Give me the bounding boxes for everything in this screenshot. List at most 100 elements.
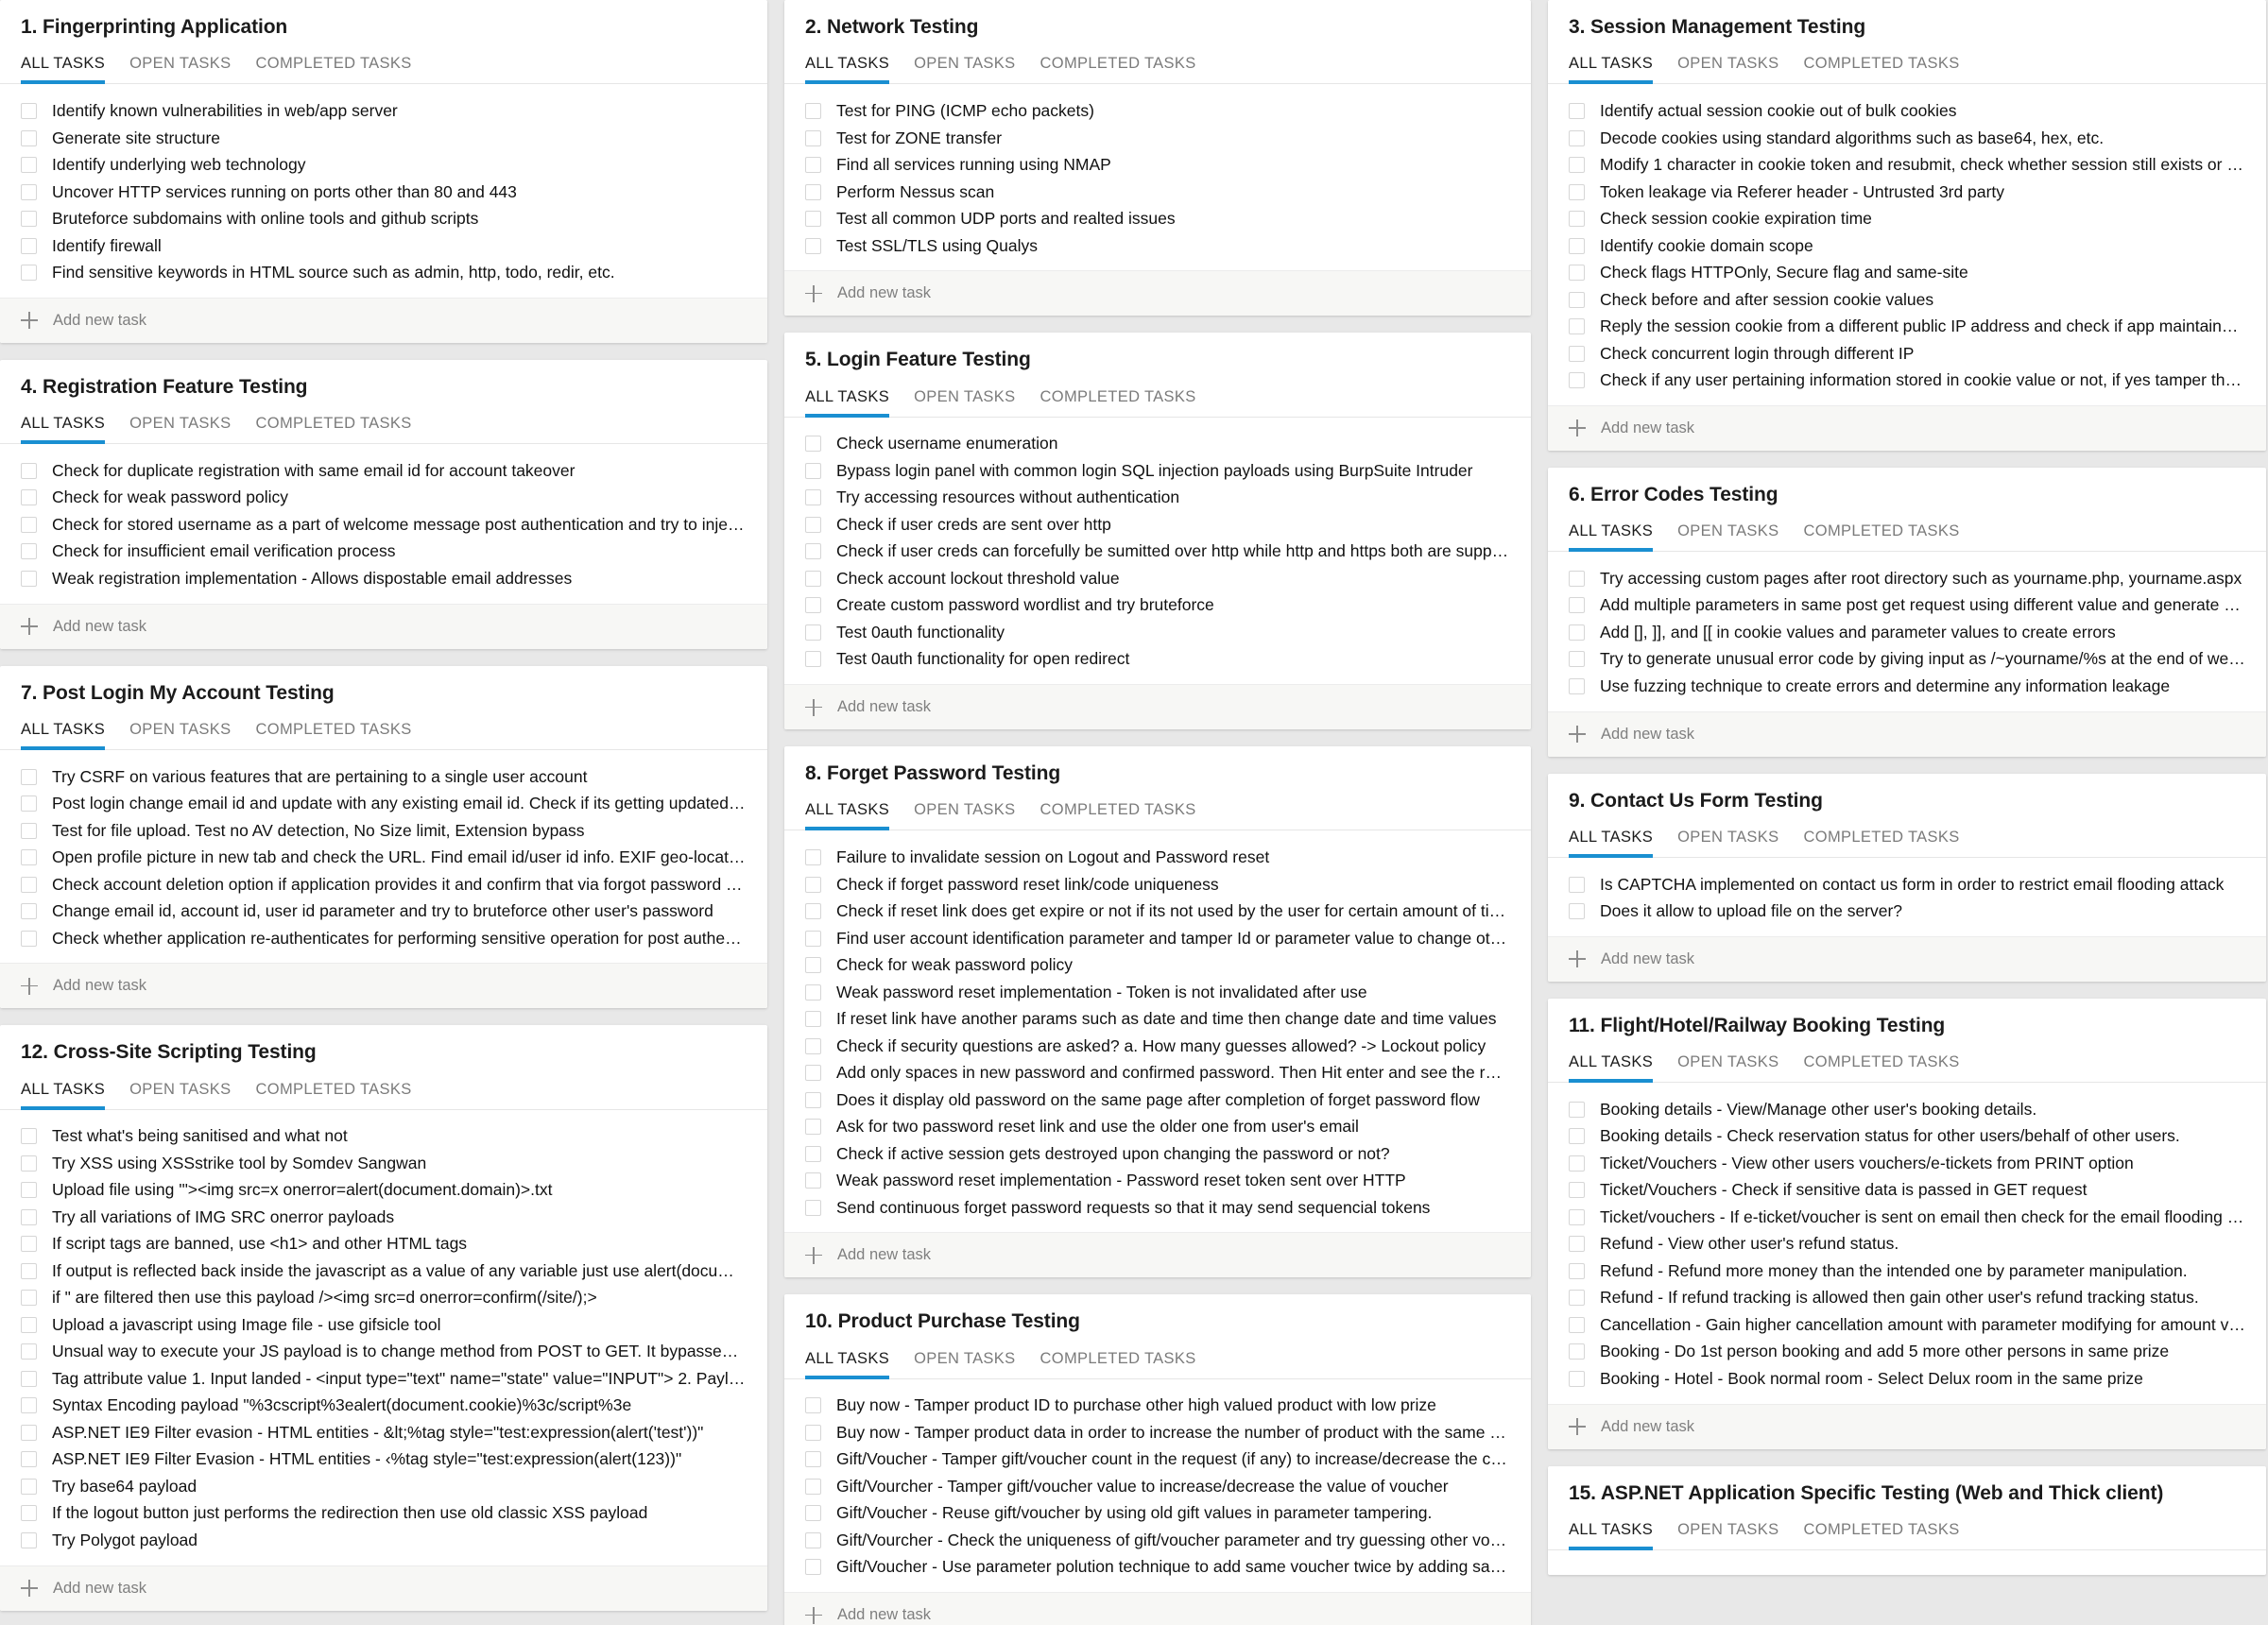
tab-completed-tasks[interactable]: COMPLETED TASKS [1804,55,1960,83]
tab-all-tasks[interactable]: ALL TASKS [1569,522,1654,552]
checkbox-icon[interactable] [805,849,821,865]
task-row[interactable]: Does it allow to upload file on the serv… [1548,898,2266,925]
checkbox-icon[interactable] [1569,597,1585,614]
task-row[interactable]: Perform Nessus scan [784,179,1531,206]
checkbox-icon[interactable] [805,1505,821,1522]
task-row[interactable]: Buy now - Tamper product data in order t… [784,1419,1531,1446]
task-row[interactable]: Booking details - Check reservation stat… [1548,1123,2266,1151]
task-row[interactable]: Identify underlying web technology [0,151,767,179]
checkbox-icon[interactable] [805,1091,821,1108]
checkbox-icon[interactable] [805,1559,821,1576]
task-row[interactable]: Test for ZONE transfer [784,125,1531,152]
tab-open-tasks[interactable]: OPEN TASKS [129,415,231,443]
checkbox-icon[interactable] [21,795,37,812]
task-row[interactable]: Refund - View other user's refund status… [1548,1231,2266,1258]
task-row[interactable]: Gift/Voucher - Use parameter polution te… [784,1554,1531,1582]
tab-open-tasks[interactable]: OPEN TASKS [129,721,231,749]
task-row[interactable]: Test for file upload. Test no AV detecti… [0,817,767,845]
checkbox-icon[interactable] [1569,1316,1585,1333]
checkbox-icon[interactable] [21,1208,37,1225]
checkbox-icon[interactable] [21,516,37,533]
task-row[interactable]: Booking - Hotel - Book normal room - Sel… [1548,1365,2266,1393]
checkbox-icon[interactable] [1569,211,1585,227]
tab-completed-tasks[interactable]: COMPLETED TASKS [256,415,412,443]
tab-open-tasks[interactable]: OPEN TASKS [914,1350,1015,1378]
checkbox-icon[interactable] [21,1397,37,1414]
task-row[interactable]: Check if any user pertaining information… [1548,367,2266,394]
checkbox-icon[interactable] [805,543,821,560]
task-row[interactable]: Check before and after session cookie va… [1548,286,2266,314]
checkbox-icon[interactable] [805,1037,821,1054]
tab-open-tasks[interactable]: OPEN TASKS [1677,522,1778,551]
add-new-task-button[interactable]: Add new task [784,1592,1531,1625]
tab-open-tasks[interactable]: OPEN TASKS [129,55,231,83]
checkbox-icon[interactable] [1569,265,1585,281]
task-row[interactable]: Ask for two password reset link and use … [784,1113,1531,1140]
checkbox-icon[interactable] [805,1065,821,1081]
task-row[interactable]: Booking details - View/Manage other user… [1548,1096,2266,1123]
task-row[interactable]: Check concurrent login through different… [1548,340,2266,368]
tab-completed-tasks[interactable]: COMPLETED TASKS [1040,55,1196,83]
task-row[interactable]: Test 0auth functionality for open redire… [784,646,1531,674]
checkbox-icon[interactable] [805,570,821,587]
task-row[interactable]: Check session cookie expiration time [1548,205,2266,232]
task-row[interactable]: Test all common UDP ports and realted is… [784,205,1531,232]
task-row[interactable]: Try CSRF on various features that are pe… [0,763,767,791]
checkbox-icon[interactable] [21,1424,37,1441]
checkbox-icon[interactable] [21,1262,37,1279]
checkbox-icon[interactable] [1569,1101,1585,1118]
task-row[interactable]: ASP.NET IE9 Filter evasion - HTML entiti… [0,1419,767,1446]
checkbox-icon[interactable] [1569,1370,1585,1387]
add-new-task-button[interactable]: Add new task [1548,935,2266,982]
add-new-task-button[interactable]: Add new task [784,684,1531,729]
task-row[interactable]: Booking - Do 1st person booking and add … [1548,1339,2266,1366]
task-row[interactable]: Uncover HTTP services running on ports o… [0,179,767,206]
checkbox-icon[interactable] [21,237,37,254]
checkbox-icon[interactable] [1569,237,1585,254]
checkbox-icon[interactable] [21,1370,37,1387]
task-row[interactable]: ASP.NET IE9 Filter Evasion - HTML entiti… [0,1446,767,1474]
tab-open-tasks[interactable]: OPEN TASKS [914,388,1015,417]
checkbox-icon[interactable] [805,516,821,533]
task-row[interactable]: Test 0auth functionality [784,619,1531,646]
tab-all-tasks[interactable]: ALL TASKS [805,388,890,418]
task-row[interactable]: Check if forget password reset link/code… [784,871,1531,898]
checkbox-icon[interactable] [21,183,37,200]
tab-all-tasks[interactable]: ALL TASKS [805,1350,890,1379]
tab-open-tasks[interactable]: OPEN TASKS [1677,1053,1778,1082]
checkbox-icon[interactable] [805,1119,821,1135]
task-row[interactable]: Cancellation - Gain higher cancellation … [1548,1311,2266,1339]
task-row[interactable]: Upload a javascript using Image file - u… [0,1311,767,1339]
task-row[interactable]: If output is reflected back inside the j… [0,1257,767,1285]
task-row[interactable]: Create custom password wordlist and try … [784,592,1531,620]
tab-all-tasks[interactable]: ALL TASKS [1569,1053,1654,1083]
checkbox-icon[interactable] [805,1199,821,1216]
task-row[interactable]: Tag attribute value 1. Input landed - <i… [0,1365,767,1393]
task-row[interactable]: If script tags are banned, use <h1> and … [0,1231,767,1258]
tab-all-tasks[interactable]: ALL TASKS [1569,55,1654,85]
checkbox-icon[interactable] [21,1343,37,1360]
checkbox-icon[interactable] [21,930,37,947]
task-row[interactable]: If reset link have another params such a… [784,1005,1531,1033]
task-row[interactable]: Find all services running using NMAP [784,151,1531,179]
task-row[interactable]: Use fuzzing technique to create errors a… [1548,673,2266,700]
task-row[interactable]: Try Polygot payload [0,1527,767,1554]
checkbox-icon[interactable] [21,265,37,281]
task-row[interactable]: Check for duplicate registration with sa… [0,457,767,485]
task-row[interactable]: Weak registration implementation - Allow… [0,565,767,592]
task-row[interactable]: Ticket/Vouchers - Check if sensitive dat… [1548,1177,2266,1205]
tab-completed-tasks[interactable]: COMPLETED TASKS [1804,1521,1960,1549]
task-row[interactable]: Gift/Voucher - Reuse gift/voucher by usi… [784,1500,1531,1528]
task-row[interactable]: Check username enumeration [784,431,1531,458]
checkbox-icon[interactable] [805,183,821,200]
checkbox-icon[interactable] [805,651,821,668]
checkbox-icon[interactable] [805,903,821,919]
task-row[interactable]: Test what's being sanitised and what not [0,1123,767,1151]
task-row[interactable]: Decode cookies using standard algorithms… [1548,125,2266,152]
task-row[interactable]: Check whether application re-authenticat… [0,925,767,952]
add-new-task-button[interactable]: Add new task [1548,404,2266,451]
task-row[interactable]: Syntax Encoding payload "%3cscript%3eale… [0,1393,767,1420]
tab-open-tasks[interactable]: OPEN TASKS [914,55,1015,83]
add-new-task-button[interactable]: Add new task [0,1565,767,1611]
checkbox-icon[interactable] [21,903,37,919]
